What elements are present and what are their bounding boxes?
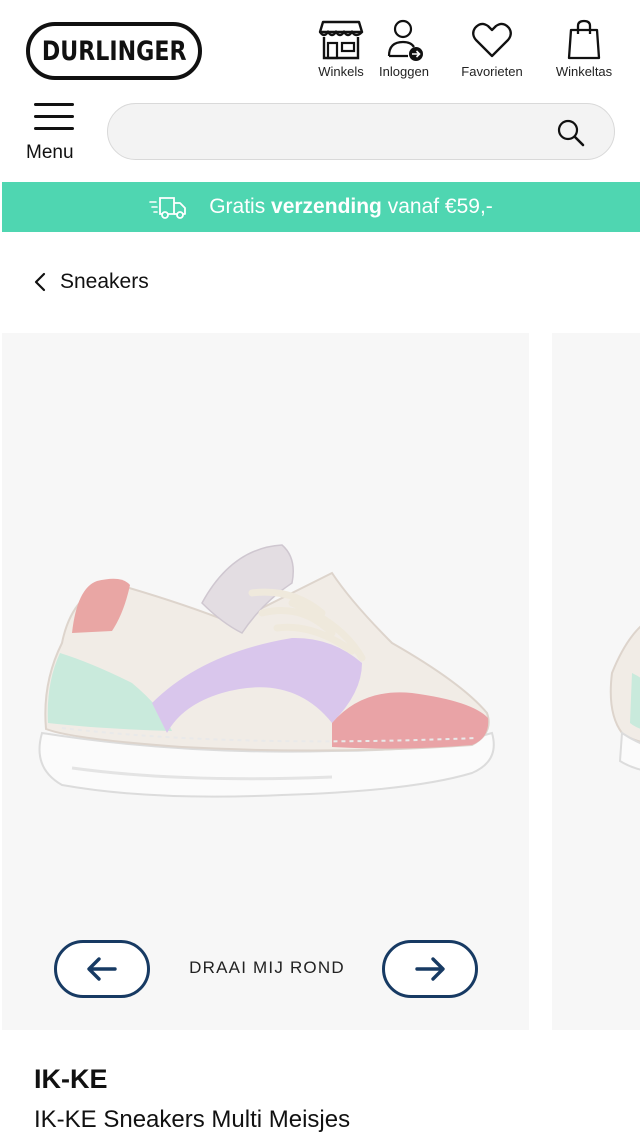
promo-text-bold: verzending bbox=[271, 195, 382, 218]
breadcrumb-back[interactable]: Sneakers bbox=[32, 266, 149, 298]
menu-button[interactable]: Menu bbox=[26, 100, 84, 166]
nav-winkels-label: Winkels bbox=[318, 64, 364, 79]
site-header: DURLINGER Winkels Inloggen Favorieten Wi… bbox=[0, 0, 640, 96]
gallery-slide-next[interactable] bbox=[552, 333, 640, 1030]
search-bar bbox=[107, 103, 615, 160]
arrow-right-icon bbox=[415, 957, 445, 981]
rotate-label: DRAAI MIJ ROND bbox=[189, 958, 345, 977]
product-brand[interactable]: IK-KE bbox=[34, 1064, 108, 1095]
menu-label: Menu bbox=[26, 142, 74, 163]
product-name: IK-KE Sneakers Multi Meisjes bbox=[34, 1106, 351, 1133]
delivery-truck-icon bbox=[149, 197, 187, 219]
logo-text: DURLINGER bbox=[41, 35, 187, 67]
shopping-bag-icon bbox=[567, 19, 601, 60]
rotate-right-button[interactable] bbox=[382, 940, 478, 998]
nav-inloggen-label: Inloggen bbox=[379, 64, 429, 79]
chevron-left-icon bbox=[34, 272, 46, 292]
product-image-sneaker-peek bbox=[609, 625, 640, 771]
hamburger-icon bbox=[34, 103, 74, 131]
search-input[interactable] bbox=[130, 104, 550, 159]
product-image-sneaker bbox=[38, 544, 495, 798]
breadcrumb-label: Sneakers bbox=[60, 270, 149, 293]
nav-favorieten-label: Favorieten bbox=[461, 64, 523, 79]
promo-text: Gratis verzending vanaf €59,- bbox=[209, 195, 493, 219]
promo-banner[interactable]: Gratis verzending vanaf €59,- bbox=[2, 182, 640, 232]
durlinger-logo[interactable]: DURLINGER bbox=[26, 22, 202, 80]
promo-text-prefix: Gratis bbox=[209, 195, 272, 218]
search-icon[interactable] bbox=[556, 118, 586, 148]
gallery-slide-main[interactable]: DRAAI MIJ ROND bbox=[2, 333, 529, 1030]
promo-text-suffix: vanaf €59,- bbox=[381, 195, 493, 218]
product-gallery[interactable]: DRAAI MIJ ROND bbox=[0, 333, 640, 1030]
nav-winkeltas-label: Winkeltas bbox=[555, 64, 613, 79]
nav-winkeltas[interactable]: Winkeltas bbox=[544, 18, 624, 84]
rotate-left-button[interactable] bbox=[54, 940, 150, 998]
nav-favorieten[interactable]: Favorieten bbox=[452, 18, 532, 84]
store-icon bbox=[318, 20, 364, 60]
nav-inloggen[interactable]: Inloggen bbox=[364, 18, 444, 84]
arrow-left-icon bbox=[87, 957, 117, 981]
user-login-icon bbox=[387, 19, 423, 61]
heart-icon bbox=[472, 22, 512, 58]
